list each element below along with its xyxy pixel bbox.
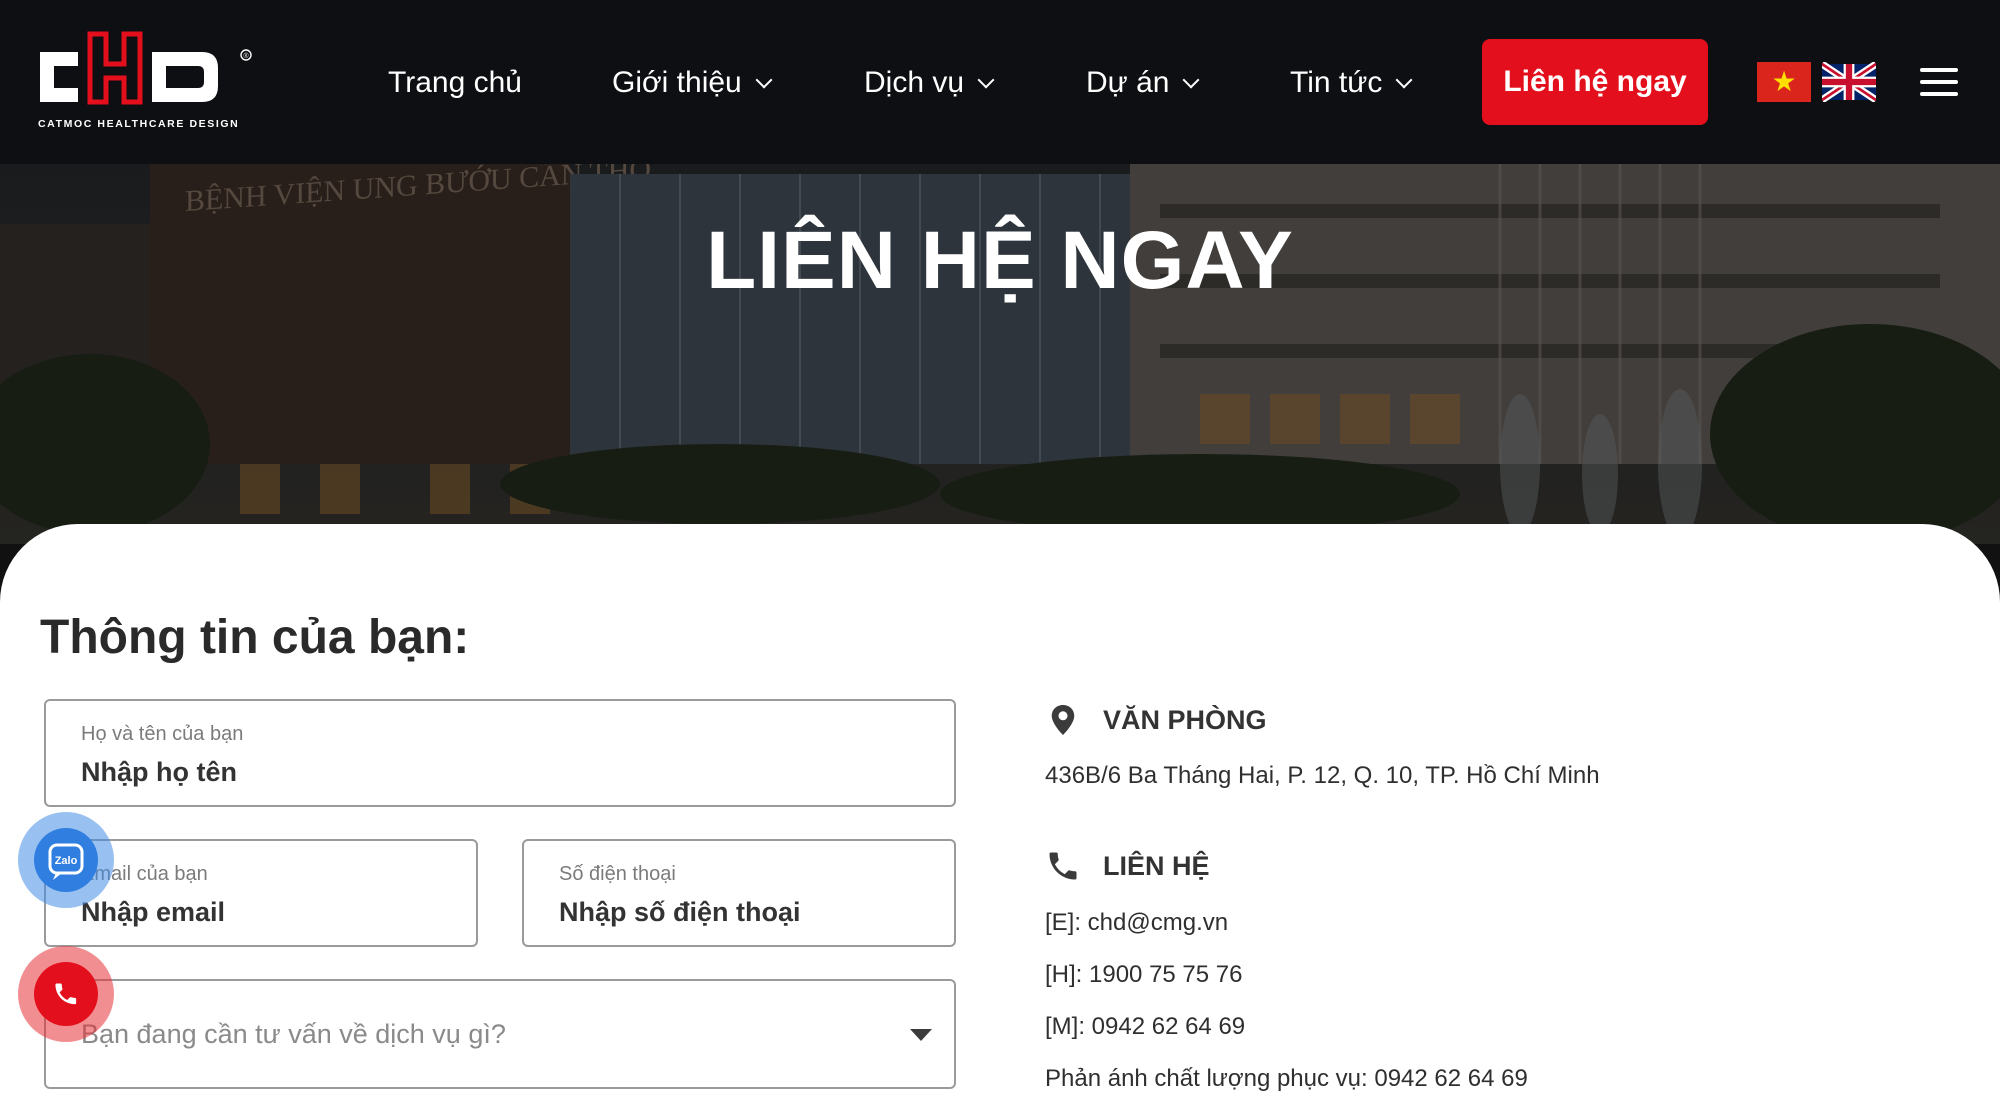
feedback-line[interactable]: Phản ánh chất lượng phục vụ: 0942 62 64 …: [1045, 1065, 1528, 1093]
office-heading-text: VĂN PHÒNG: [1103, 704, 1267, 735]
logo-tagline: CATMOC HEALTHCARE DESIGN: [38, 118, 240, 130]
nav-label: Dịch vụ: [864, 66, 965, 99]
office-address: 436B/6 Ba Tháng Hai, P. 12, Q. 10, TP. H…: [1045, 762, 1600, 789]
chevron-down-icon: [1395, 71, 1413, 88]
hamburger-icon[interactable]: [1920, 68, 1958, 96]
phone-input[interactable]: Nhập số điện thoại: [559, 897, 801, 928]
nav-trang-chu[interactable]: Trang chủ: [388, 60, 522, 106]
form-title: Thông tin của bạn:: [40, 611, 470, 664]
hero-banner: BỆNH VIỆN UNG BƯỚU CẦN THƠ LIÊN HỆ NGAY: [0, 164, 2000, 544]
contact-heading-text: LIÊN HỆ: [1103, 850, 1210, 881]
nav-gioi-thieu[interactable]: Giới thiệu: [612, 60, 773, 106]
site-header: ® CATMOC HEALTHCARE DESIGN Trang chủ Giớ…: [0, 0, 2000, 164]
contact-heading: LIÊN HỆ: [1045, 848, 1210, 884]
mobile-line[interactable]: [M]: 0942 62 64 69: [1045, 1013, 1245, 1041]
zalo-label: Zalo: [55, 855, 78, 867]
caret-down-icon[interactable]: [910, 1029, 932, 1041]
name-input[interactable]: Nhập họ tên: [81, 757, 237, 788]
location-pin-icon: [1051, 705, 1075, 735]
nav-label: Giới thiệu: [612, 66, 742, 99]
phone-field[interactable]: Số điện thoại Nhập số điện thoại: [522, 839, 956, 947]
chevron-down-icon: [1182, 71, 1200, 88]
logo[interactable]: ® CATMOC HEALTHCARE DESIGN: [38, 30, 258, 134]
email-line[interactable]: [E]: chd@cmg.vn: [1045, 909, 1228, 937]
name-field[interactable]: Họ và tên của bạn Nhập họ tên: [44, 699, 956, 807]
contact-card: Thông tin của bạn: Họ và tên của bạn Nhậ…: [0, 524, 2000, 1120]
nav-label: Trang chủ: [388, 66, 522, 99]
uk-flag-icon[interactable]: [1822, 62, 1876, 102]
registered-mark: ®: [243, 52, 249, 60]
zalo-icon: Zalo: [34, 828, 98, 892]
phone-label: Số điện thoại: [559, 863, 676, 885]
chevron-down-icon: [977, 71, 995, 88]
office-heading: VĂN PHÒNG: [1045, 702, 1267, 738]
service-select[interactable]: Bạn đang cần tư vấn về dịch vụ gì?: [44, 979, 956, 1089]
zalo-chat-button[interactable]: Zalo: [18, 812, 114, 908]
hotline-line[interactable]: [H]: 1900 75 75 76: [1045, 961, 1242, 989]
email-input[interactable]: Nhập email: [81, 897, 225, 928]
nav-dich-vu[interactable]: Dịch vụ: [864, 60, 995, 106]
call-button[interactable]: [18, 946, 114, 1042]
chevron-down-icon: [755, 71, 773, 88]
service-placeholder: Bạn đang cần tư vấn về dịch vụ gì?: [81, 1019, 506, 1049]
phone-icon: [1049, 852, 1077, 880]
nav-tin-tuc[interactable]: Tin tức: [1290, 60, 1413, 106]
nav-label: Tin tức: [1290, 66, 1383, 99]
nav-du-an[interactable]: Dự án: [1086, 60, 1200, 106]
contact-now-button[interactable]: Liên hệ ngay: [1482, 39, 1708, 125]
phone-icon: [34, 962, 98, 1026]
page-title: LIÊN HỆ NGAY: [706, 215, 1294, 306]
name-label: Họ và tên của bạn: [81, 723, 244, 745]
vietnam-flag-icon[interactable]: ★: [1757, 62, 1811, 102]
nav-label: Dự án: [1086, 66, 1170, 99]
